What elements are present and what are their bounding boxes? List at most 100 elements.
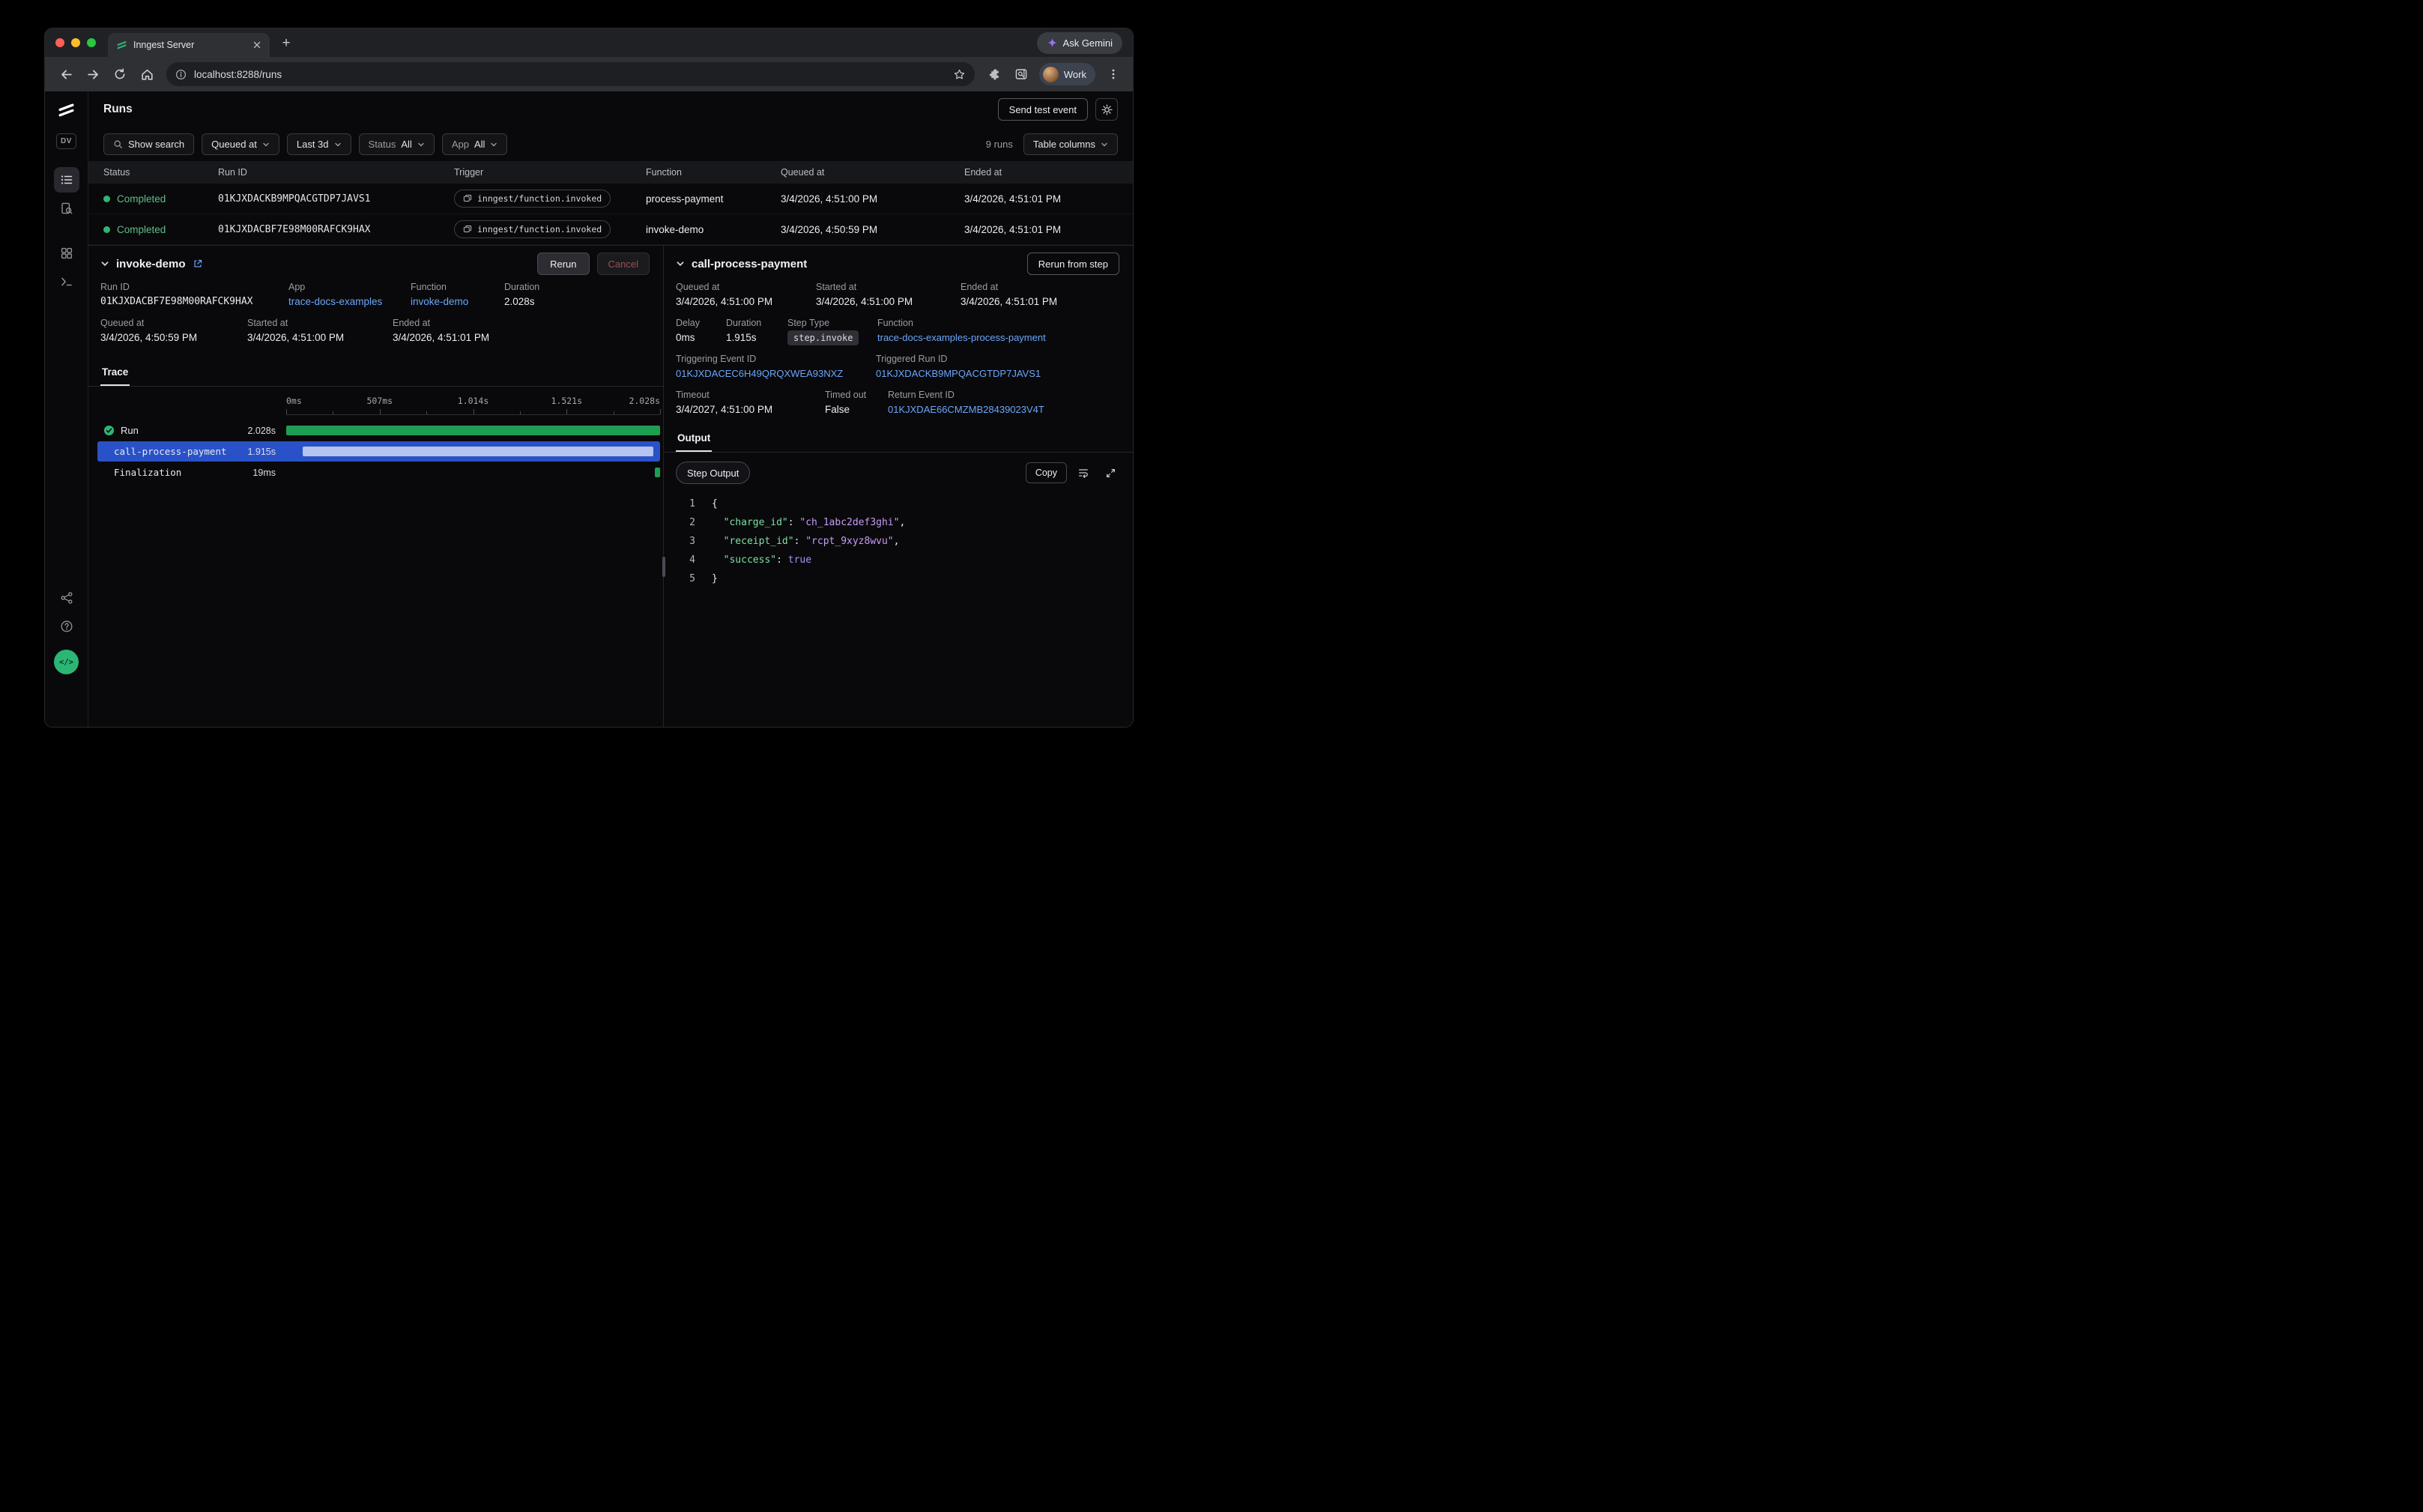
status-filter-value: All [401, 139, 411, 150]
main-content: Runs Send test event Show search Queued [88, 91, 1133, 727]
table-row[interactable]: Completed01KJXDACKB9MPQACGTDP7JAVS1innge… [88, 184, 1133, 214]
status-filter[interactable]: Status All [359, 133, 435, 155]
home-button[interactable] [135, 62, 159, 86]
field-value[interactable]: 01KJXDAE66CMZMB28439023V4T [888, 404, 1044, 415]
step-meta-rows: Queued at3/4/2026, 4:51:00 PMStarted at3… [664, 282, 1133, 426]
rerun-button[interactable]: Rerun [537, 252, 589, 275]
trace-row[interactable]: Finalization19ms [97, 462, 660, 483]
minimize-window-button[interactable] [71, 38, 80, 47]
tab-title: Inngest Server [133, 40, 244, 50]
field-value[interactable]: invoke-demo [411, 296, 497, 307]
field-value[interactable]: 01KJXDACEC6H49QRQXWEA93NXZ [676, 368, 868, 379]
sidebar-item-events[interactable] [54, 196, 79, 221]
side-panel-search-icon[interactable] [1009, 62, 1033, 86]
line-number: 1 [676, 495, 695, 513]
fullscreen-window-button[interactable] [87, 38, 96, 47]
field-label: Queued at [676, 282, 808, 292]
copy-button[interactable]: Copy [1026, 462, 1067, 483]
settings-gear-icon[interactable] [1095, 98, 1118, 121]
browser-menu-icon[interactable] [1101, 62, 1125, 86]
detail-field: Queued at 3/4/2026, 4:51:00 PM [676, 282, 816, 307]
field-value: 0ms [676, 332, 719, 343]
axis-tick-label: 1.014s [458, 396, 489, 406]
share-feedback-icon[interactable] [54, 585, 79, 611]
field-value[interactable]: 01KJXDACKB9MPQACGTDP7JAVS1 [876, 368, 1041, 379]
field-value: False [825, 404, 880, 415]
reload-button[interactable] [108, 62, 132, 86]
close-tab-icon[interactable] [250, 38, 264, 52]
field-label: Run ID [100, 282, 281, 292]
table-columns-button[interactable]: Table columns [1023, 133, 1118, 155]
trace-span-name: Finalization [114, 467, 181, 478]
browser-tab[interactable]: Inngest Server [108, 33, 270, 57]
page-title: Runs [103, 103, 133, 116]
ended-at-value: 3/4/2026, 4:51:01 PM [964, 224, 1133, 235]
trace-row[interactable]: Run2.028s [97, 420, 660, 441]
step-type-chip: step.invoke [787, 330, 859, 345]
chevron-down-icon [334, 141, 342, 148]
line-number: 5 [676, 569, 695, 588]
trace-row[interactable]: call-process-payment1.915s [97, 441, 660, 462]
browser-profile-button[interactable]: Work [1039, 63, 1095, 85]
help-icon[interactable] [54, 614, 79, 639]
run-id: 01KJXDACBF7E98M00RAFCK9HAX [218, 224, 454, 235]
step-detail-header: call-process-payment Rerun from step [664, 246, 1133, 282]
cancel-button[interactable]: Cancel [597, 252, 650, 275]
collapse-chevron-icon[interactable] [100, 259, 109, 268]
sidebar-item-runs[interactable] [54, 167, 79, 193]
field-label: Step Type [787, 318, 870, 328]
dev-tools-button[interactable]: </> [54, 650, 79, 674]
rerun-from-step-button[interactable]: Rerun from step [1027, 252, 1119, 275]
field-value[interactable]: trace-docs-examples [288, 296, 403, 307]
field-label: Function [877, 318, 1046, 328]
sidebar-item-functions[interactable] [54, 269, 79, 294]
axis-tick-label: 1.521s [551, 396, 582, 406]
ask-gemini-button[interactable]: Ask Gemini [1037, 32, 1122, 54]
profile-avatar [1043, 67, 1059, 82]
run-id: 01KJXDACKB9MPQACGTDP7JAVS1 [218, 193, 454, 205]
back-button[interactable] [54, 62, 78, 86]
runs-count: 9 runs [986, 139, 1013, 150]
site-info-icon[interactable] [175, 69, 187, 80]
code-block[interactable]: 1{2 "charge_id": "ch_1abc2def3ghi",3 "re… [664, 487, 1133, 727]
app-filter[interactable]: App All [442, 133, 508, 155]
trace-ruler [286, 409, 660, 415]
chevron-down-icon [262, 141, 270, 148]
new-tab-button[interactable]: + [276, 32, 297, 53]
trace-span-duration: 1.915s [247, 447, 286, 457]
forward-button[interactable] [81, 62, 105, 86]
field-value[interactable]: trace-docs-examples-process-payment [877, 332, 1046, 343]
queued-at-filter[interactable]: Queued at [202, 133, 279, 155]
bookmark-star-icon[interactable] [953, 68, 966, 81]
send-test-event-button[interactable]: Send test event [998, 98, 1088, 121]
panel-resize-handle[interactable] [662, 557, 665, 577]
field-value: 3/4/2026, 4:51:00 PM [676, 296, 808, 307]
url-text[interactable]: localhost:8288/runs [194, 69, 946, 80]
external-link-icon[interactable] [193, 258, 203, 269]
tab-trace[interactable]: Trace [100, 363, 130, 386]
field-label: App [288, 282, 403, 292]
detail-field: Duration1.915s [726, 318, 787, 343]
environment-badge[interactable]: DV [56, 133, 76, 149]
tab-strip: Inngest Server + Ask Gemini [45, 28, 1133, 57]
show-search-button[interactable]: Show search [103, 133, 194, 155]
axis-tick-label: 2.028s [629, 396, 660, 406]
sidebar-item-apps[interactable] [54, 241, 79, 266]
window-controls [55, 38, 96, 47]
trace-axis: 0ms507ms1.014s1.521s2.028s [286, 396, 660, 408]
field-value: 3/4/2026, 4:51:01 PM [393, 332, 489, 343]
close-window-button[interactable] [55, 38, 64, 47]
column-header: Queued at [781, 167, 964, 178]
tab-output[interactable]: Output [676, 429, 712, 452]
collapse-chevron-icon[interactable] [676, 259, 685, 268]
word-wrap-icon[interactable] [1073, 462, 1094, 483]
expand-icon[interactable] [1100, 462, 1121, 483]
address-bar[interactable]: localhost:8288/runs [166, 62, 975, 86]
field-value: 3/4/2026, 4:51:00 PM [816, 296, 953, 307]
table-row[interactable]: Completed01KJXDACBF7E98M00RAFCK9HAXinnge… [88, 214, 1133, 245]
step-output-button[interactable]: Step Output [676, 462, 750, 484]
extensions-icon[interactable] [982, 62, 1006, 86]
time-range-filter[interactable]: Last 3d [287, 133, 351, 155]
field-label: Triggering Event ID [676, 354, 868, 364]
sidebar-bottom-group: </> [54, 585, 79, 674]
